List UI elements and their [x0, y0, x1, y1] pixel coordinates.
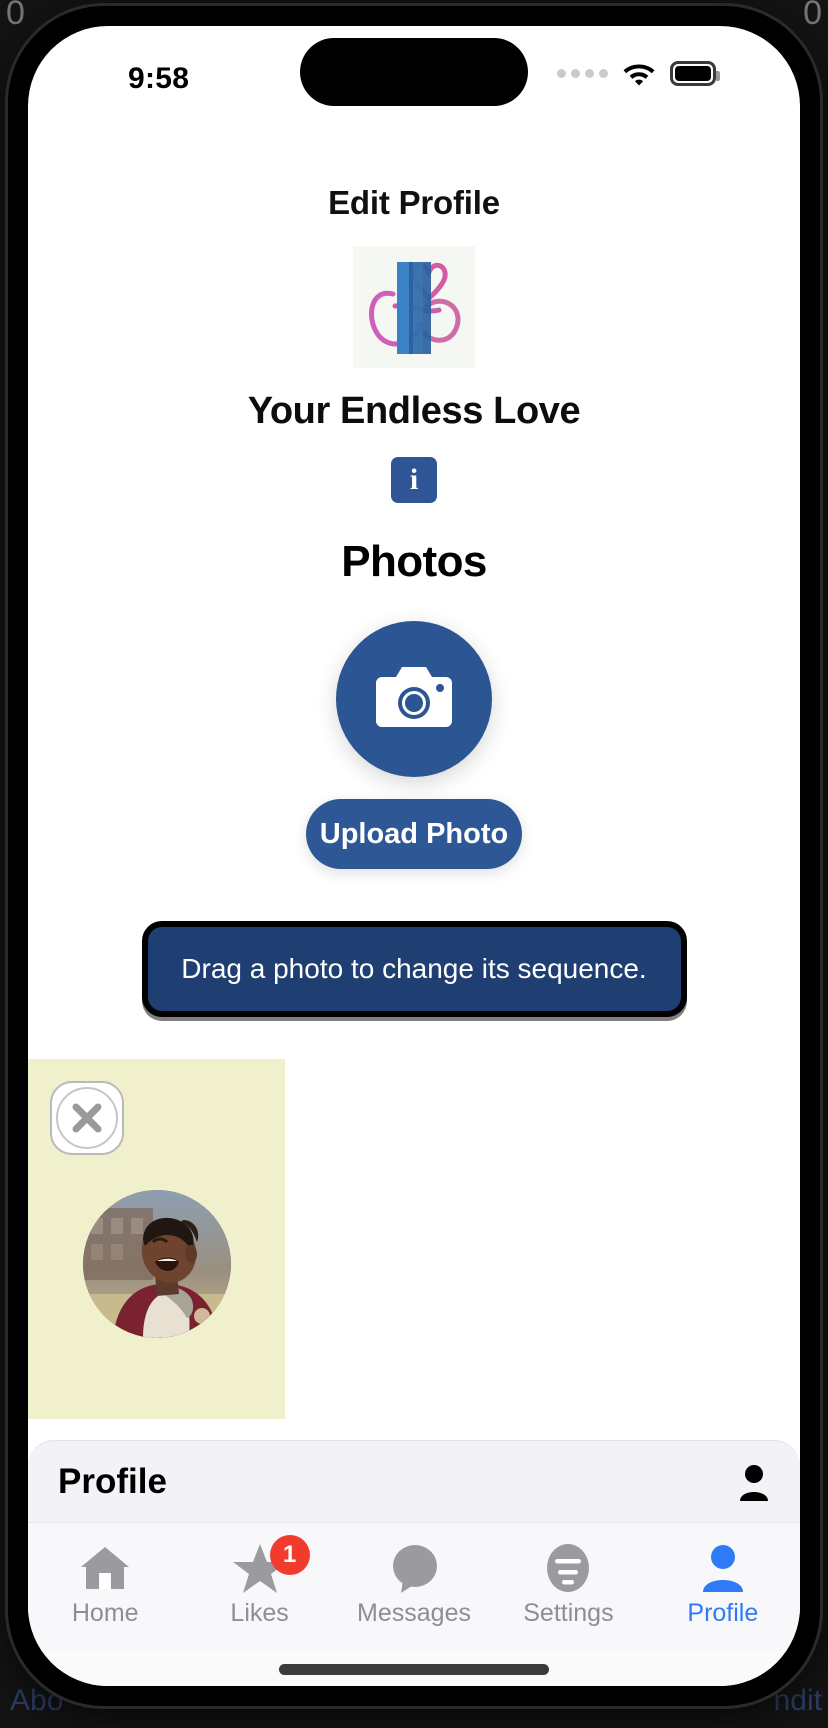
person-icon: [699, 1539, 747, 1597]
photo-slot-empty: [542, 1059, 800, 1419]
phone-screen: 9:58 Edit Profile Your Endless Love i Ph…: [28, 26, 800, 1686]
camera-button[interactable]: [336, 621, 492, 777]
tab-profile[interactable]: Profile: [646, 1523, 800, 1642]
status-bar-clock: 9:58: [128, 62, 190, 95]
background-text-right: ndit: [773, 1684, 822, 1717]
tab-likes-label: Likes: [230, 1599, 289, 1627]
photo-thumbnail[interactable]: [82, 1190, 231, 1338]
profile-bar-title: Profile: [58, 1461, 167, 1501]
photo-grid: [28, 1059, 800, 1419]
drag-hint-tooltip: Drag a photo to change its sequence.: [141, 921, 687, 1017]
desktop-backdrop: 0 0 Abo ndit 9:58 Edit Profile Your Endl…: [0, 0, 828, 1728]
tab-settings-label: Settings: [523, 1599, 614, 1627]
tab-likes[interactable]: 1 Likes: [182, 1523, 336, 1642]
endless-love-logo: [353, 246, 475, 368]
status-bar: 9:58: [28, 26, 800, 124]
chat-icon: [387, 1539, 441, 1597]
tab-messages-label: Messages: [357, 1599, 471, 1627]
tab-messages[interactable]: Messages: [337, 1523, 491, 1642]
photo-slot-empty: [285, 1059, 543, 1419]
sliders-icon: [543, 1539, 593, 1597]
battery-full-icon: [670, 60, 720, 86]
signal-dots-icon: [557, 68, 608, 78]
page-title: Edit Profile: [328, 184, 500, 221]
wifi-icon: [622, 60, 656, 86]
scrollable-content[interactable]: Edit Profile Your Endless Love i Photos …: [28, 124, 800, 1440]
home-indicator[interactable]: [28, 1652, 800, 1686]
tab-home[interactable]: Home: [28, 1523, 182, 1642]
home-icon: [78, 1539, 132, 1597]
camera-icon: [372, 661, 456, 738]
photos-section-heading: Photos: [341, 537, 487, 586]
tab-profile-label: Profile: [687, 1599, 759, 1627]
background-corner-number-right: 0: [803, 0, 822, 32]
upload-photo-button[interactable]: Upload Photo: [306, 799, 522, 869]
bottom-tab-bar: Home 1 Likes Messages Settings Profile: [28, 1522, 800, 1652]
app-content: Edit Profile Your Endless Love i Photos …: [28, 124, 800, 1686]
info-icon[interactable]: i: [391, 457, 437, 503]
profile-header-bar: Profile: [28, 1440, 800, 1522]
star-icon: 1: [232, 1535, 310, 1597]
likes-badge: 1: [269, 1535, 310, 1575]
phone-frame: 9:58 Edit Profile Your Endless Love i Ph…: [8, 6, 820, 1706]
tab-home-label: Home: [71, 1599, 139, 1627]
status-bar-indicators: [557, 60, 720, 86]
tab-settings[interactable]: Settings: [491, 1523, 645, 1642]
background-corner-number-left: 0: [6, 0, 25, 32]
close-circle-icon[interactable]: [50, 1081, 124, 1155]
photo-card[interactable]: [28, 1059, 286, 1419]
dynamic-island: [300, 38, 528, 106]
brand-name: Your Endless Love: [247, 390, 581, 432]
person-icon[interactable]: [738, 1463, 770, 1501]
